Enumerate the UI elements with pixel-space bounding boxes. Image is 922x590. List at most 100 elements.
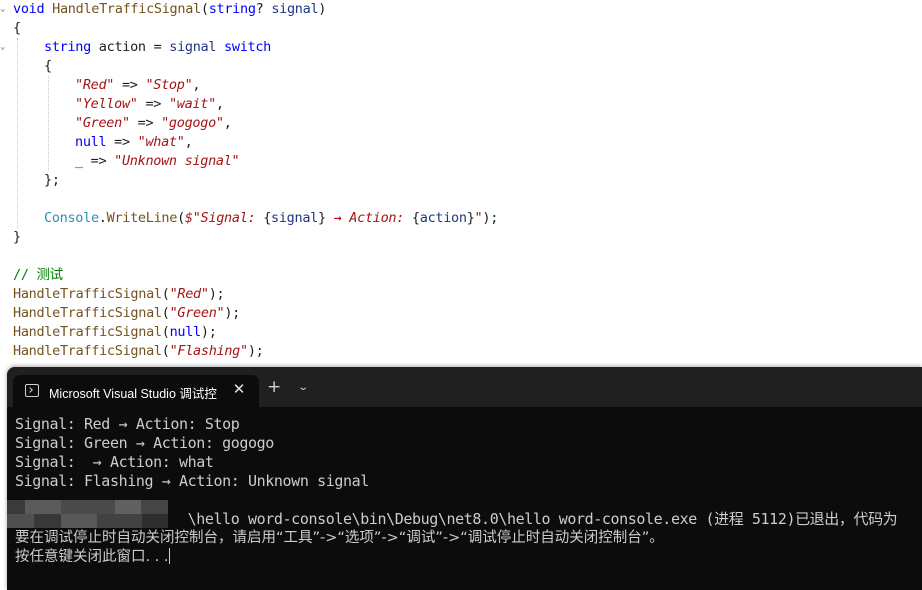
code-token: $"Signal:: [184, 210, 264, 226]
code-token: "Unknown signal": [114, 153, 240, 169]
code-token: ,: [184, 134, 193, 150]
code-token: _: [75, 153, 83, 169]
code-line: HandleTrafficSignal("Flashing");: [13, 342, 264, 361]
output-line: Signal: Flashing → Action: Unknown signa…: [15, 472, 369, 490]
code-token: (: [161, 324, 170, 340]
code-token: .: [98, 210, 107, 226]
code-token: switch: [224, 39, 272, 55]
code-line: "Red" => "Stop",: [75, 76, 201, 95]
code-token: HandleTrafficSignal: [13, 305, 162, 321]
terminal-window[interactable]: Microsoft Visual Studio 调试控 ✕ + ⌄ Signal…: [7, 367, 922, 590]
code-token: =>: [114, 77, 146, 93]
code-token: string: [44, 39, 99, 55]
code-token: "Flashing": [169, 343, 249, 359]
code-line: };: [44, 171, 60, 190]
code-token: ,: [215, 96, 224, 112]
code-line: // 测试: [13, 266, 63, 285]
output-line: Signal: → Action: what: [15, 453, 214, 471]
code-token: ,: [192, 77, 201, 93]
code-token: (: [177, 210, 185, 226]
code-token: {: [44, 58, 52, 74]
text-cursor: [168, 548, 170, 564]
code-token: WriteLine: [106, 210, 178, 226]
terminal-tab[interactable]: Microsoft Visual Studio 调试控 ✕: [13, 375, 259, 407]
code-token: }: [317, 210, 334, 226]
code-token: {: [411, 210, 420, 226]
indent-guide: [48, 76, 49, 171]
code-token: }: [466, 210, 475, 226]
code-token: null: [169, 324, 202, 340]
close-icon[interactable]: ✕: [231, 380, 247, 398]
code-token: HandleTrafficSignal: [13, 286, 162, 302]
console-window-icon: [25, 384, 39, 397]
code-token: "Red": [75, 77, 115, 93]
code-token: );: [247, 343, 264, 359]
code-token: };: [44, 172, 60, 188]
code-token: signal: [169, 39, 225, 55]
code-line: {: [44, 57, 52, 76]
indent-guide: [17, 38, 18, 228]
code-token: "Red": [169, 286, 209, 302]
code-token: Console: [44, 210, 99, 226]
output-line: 要在调试停止时自动关闭控制台，请启用“工具”->“选项”->“调试”->“调试停…: [15, 530, 664, 546]
prompt-text: 按任意键关闭此窗口. . .: [15, 549, 169, 565]
code-line: Console.WriteLine($"Signal: {signal} → A…: [44, 209, 498, 228]
fold-marker[interactable]: ⌄: [0, 0, 5, 19]
output-line-prompt: 按任意键关闭此窗口. . .: [15, 548, 170, 567]
code-token: {: [263, 210, 272, 226]
tab-title: Microsoft Visual Studio 调试控: [49, 387, 217, 401]
code-token: );: [208, 286, 225, 302]
code-token: "Green": [169, 305, 225, 321]
code-line: }: [13, 228, 21, 247]
code-token: action =: [98, 39, 170, 55]
code-token: (: [161, 286, 170, 302]
code-token: HandleTrafficSignal: [52, 1, 201, 17]
code-line: "Green" => "gogogo",: [75, 114, 232, 133]
code-line: string action = signal switch: [44, 38, 271, 57]
code-token: (: [161, 305, 170, 321]
code-token: );: [200, 324, 217, 340]
code-token: "what": [137, 134, 185, 150]
code-token: =>: [137, 96, 169, 112]
code-token: (: [161, 343, 170, 359]
code-line: _ => "Unknown signal": [75, 152, 240, 171]
code-line: HandleTrafficSignal("Green");: [13, 304, 240, 323]
code-line: HandleTrafficSignal("Red");: [13, 285, 225, 304]
code-token: null: [75, 134, 107, 150]
code-token: }: [13, 229, 21, 245]
code-token: =>: [82, 153, 115, 169]
code-token: =>: [129, 115, 162, 131]
code-line: {: [13, 19, 21, 38]
code-token: signal: [271, 1, 319, 17]
code-editor[interactable]: ⌄ ⌄ void HandleTrafficSignal(string? sig…: [0, 0, 922, 370]
code-token: ): [318, 1, 327, 17]
code-token: action: [419, 210, 467, 226]
code-token: signal: [271, 210, 318, 226]
code-token: void: [13, 1, 53, 17]
code-token: ?: [255, 1, 272, 17]
output-line: Signal: Green → Action: gogogo: [15, 434, 274, 452]
terminal-tab-bar: Microsoft Visual Studio 调试控 ✕ + ⌄: [7, 367, 922, 407]
code-token: ,: [223, 115, 232, 131]
code-token: );: [224, 305, 241, 321]
code-token: Action:: [341, 210, 412, 226]
redacted-path: [7, 500, 168, 528]
code-line: void HandleTrafficSignal(string? signal): [13, 0, 326, 19]
code-token: (: [200, 1, 209, 17]
code-token: "wait": [168, 96, 216, 112]
code-token: string: [208, 1, 256, 17]
fold-marker[interactable]: ⌄: [0, 38, 5, 57]
code-token: HandleTrafficSignal: [13, 343, 162, 359]
code-token: "Green": [75, 115, 130, 131]
code-line: null => "what",: [75, 133, 193, 152]
code-token: );: [482, 210, 499, 226]
code-token: =>: [106, 134, 138, 150]
code-token: "Stop": [145, 77, 193, 93]
code-token: // 测试: [13, 267, 63, 283]
output-line: Signal: Red → Action: Stop: [15, 415, 240, 433]
new-tab-button[interactable]: +: [267, 378, 281, 396]
code-line: HandleTrafficSignal(null);: [13, 323, 217, 342]
chevron-down-icon[interactable]: ⌄: [297, 379, 309, 397]
code-token: "Yellow": [75, 96, 138, 112]
code-token: HandleTrafficSignal: [13, 324, 162, 340]
